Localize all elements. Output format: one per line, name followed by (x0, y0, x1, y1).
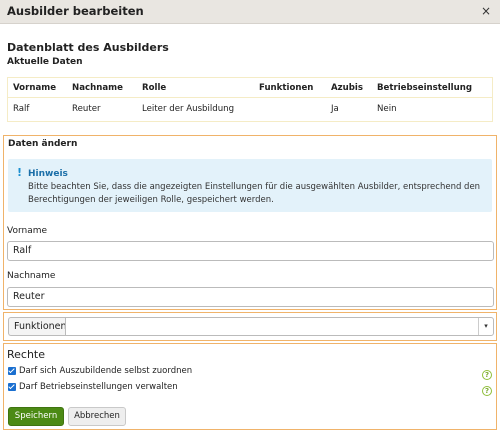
column-header-funktionen: Funktionen (259, 83, 314, 93)
save-button[interactable]: Speichern (8, 407, 64, 426)
datasheet-heading: Datenblatt des Ausbilders (7, 41, 169, 54)
current-data-heading: Aktuelle Daten (7, 57, 83, 67)
lastname-label: Nachname (7, 271, 56, 281)
checkbox-manage-settings[interactable] (8, 383, 16, 391)
exclamation-icon: ! (17, 166, 23, 179)
functions-select[interactable]: ▾ (65, 317, 494, 336)
close-icon[interactable]: × (481, 4, 491, 18)
dialog-titlebar: Ausbilder bearbeiten × (0, 0, 500, 24)
column-header-vorname: Vorname (13, 83, 57, 93)
firstname-label: Vorname (7, 226, 48, 236)
firstname-input[interactable]: Ralf (7, 241, 494, 261)
dialog-title: Ausbilder bearbeiten (7, 4, 144, 18)
current-data-table: Vorname Nachname Rolle Funktionen Azubis… (7, 77, 493, 122)
cell-nachname: Reuter (72, 104, 101, 114)
help-icon[interactable]: ? (482, 370, 492, 380)
table-header: Vorname Nachname Rolle Funktionen Azubis… (8, 78, 492, 98)
cancel-button[interactable]: Abbrechen (68, 407, 126, 426)
lastname-input[interactable]: Reuter (7, 287, 494, 307)
column-header-azubis: Azubis (331, 83, 363, 93)
help-icon[interactable]: ? (482, 386, 492, 396)
checkbox-assign-trainees[interactable] (8, 367, 16, 375)
checkbox-label-manage-settings[interactable]: Darf Betriebseinstellungen verwalten (19, 382, 178, 392)
functions-label: Funktionen (8, 317, 67, 336)
hint-box: ! Hinweis Bitte beachten Sie, dass die a… (8, 159, 492, 212)
cell-azubis: Ja (331, 104, 339, 114)
column-header-betriebseinstellung: Betriebseinstellung (377, 83, 472, 93)
hint-text: Bitte beachten Sie, dass die angezeigten… (28, 182, 481, 205)
rights-heading: Rechte (7, 348, 46, 361)
checkbox-label-assign-trainees[interactable]: Darf sich Auszubildende selbst zuordnen (19, 366, 192, 376)
cell-betriebseinstellung: Nein (377, 104, 397, 114)
hint-title: Hinweis (28, 169, 68, 179)
cell-vorname: Ralf (13, 104, 30, 114)
cell-rolle: Leiter der Ausbildung (142, 104, 235, 114)
change-data-heading: Daten ändern (8, 139, 78, 149)
chevron-down-icon[interactable]: ▾ (478, 318, 493, 335)
column-header-rolle: Rolle (142, 83, 167, 93)
column-header-nachname: Nachname (72, 83, 123, 93)
